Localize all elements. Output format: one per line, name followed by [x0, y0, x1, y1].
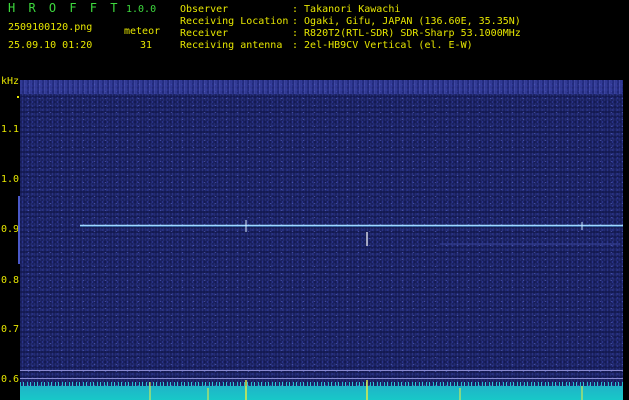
signal-overlay	[80, 220, 623, 246]
app-version: 1.0.0	[126, 4, 157, 15]
receiver-label: Receiver	[180, 28, 229, 39]
meteor-count: 31	[140, 40, 153, 51]
y-tick-label: 0.9	[1, 224, 20, 235]
reference-line	[20, 370, 623, 371]
antenna-label: Receiving antenna	[180, 40, 283, 51]
reference-line	[20, 378, 623, 379]
y-tick-label: 1.1	[1, 124, 20, 135]
file-name: 2509100120.png	[8, 22, 93, 33]
y-tick-label: 0.6	[1, 374, 20, 385]
y-tick-label: 1.0	[1, 174, 20, 185]
bottom-spikes	[149, 380, 583, 400]
observer-label: Observer	[180, 4, 229, 15]
y-tick-label: 0.8	[1, 275, 20, 286]
meteor-label: meteor	[124, 26, 161, 37]
y-tick-mark	[17, 96, 19, 98]
location-value: : Ogaki, Gifu, JAPAN (136.60E, 35.35N)	[292, 16, 521, 27]
antenna-value: : 2el-HB9CV Vertical (el. E-W)	[292, 40, 473, 51]
capture-datetime: 25.09.10 01:20	[8, 40, 93, 51]
spectrogram	[20, 80, 623, 400]
receiver-value: : R820T2(RTL-SDR) SDR-Sharp 53.1000MHz	[292, 28, 521, 39]
observer-value: : Takanori Kawachi	[292, 4, 401, 15]
location-label: Receiving Location	[180, 16, 289, 27]
y-tick-label: 0.7	[1, 324, 20, 335]
y-axis-unit: kHz	[1, 76, 20, 87]
header-panel: H R O F F T 1.0.0 2509100120.png 25.09.1…	[0, 0, 629, 80]
app-title: H R O F F T	[8, 1, 121, 15]
